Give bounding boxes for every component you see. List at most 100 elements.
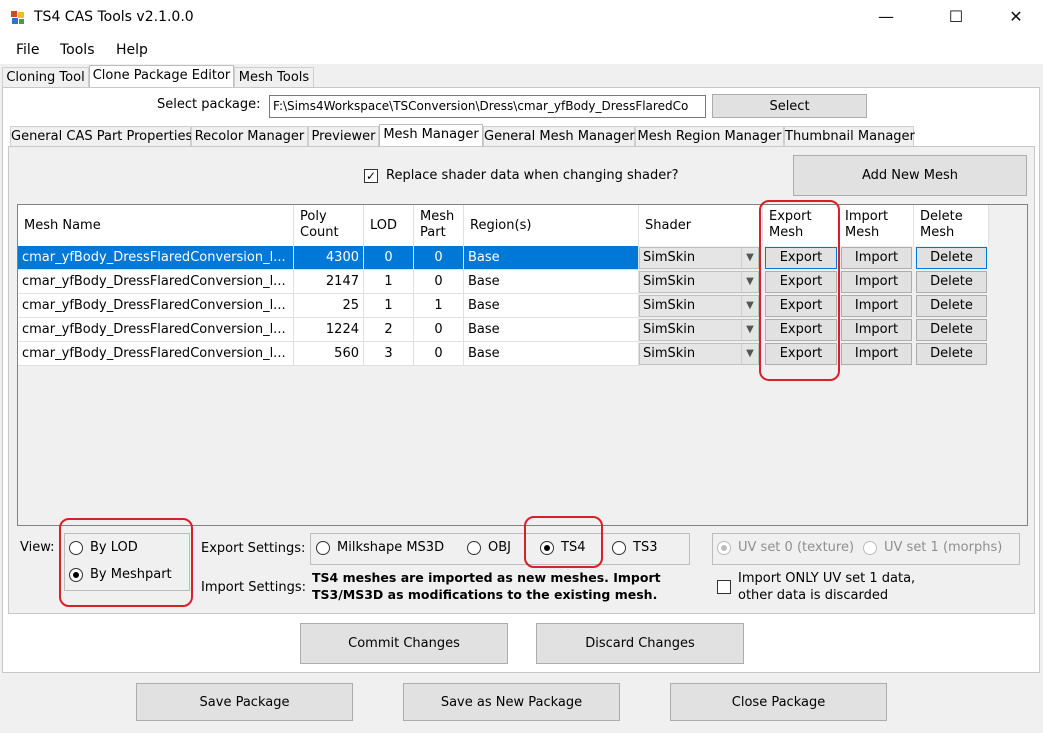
- import-only-uv1-checkbox[interactable]: [717, 580, 731, 594]
- close-package-button[interactable]: Close Package: [670, 683, 887, 721]
- shader-select[interactable]: SimSkin ▼: [639, 343, 759, 365]
- header-regions[interactable]: Region(s): [464, 205, 639, 246]
- header-poly-count-line1: Poly: [300, 209, 327, 224]
- shader-value: SimSkin: [643, 298, 696, 313]
- tab-mesh-tools[interactable]: Mesh Tools: [234, 67, 314, 88]
- delete-mesh-button[interactable]: Delete: [916, 319, 987, 341]
- tab-cloning-tool[interactable]: Cloning Tool: [2, 67, 89, 88]
- select-button[interactable]: Select: [712, 94, 867, 118]
- table-row-region[interactable]: Base: [464, 318, 639, 342]
- export-obj-radio[interactable]: [467, 541, 481, 555]
- save-as-new-package-button[interactable]: Save as New Package: [403, 683, 620, 721]
- uv-set0-radio[interactable]: [717, 541, 731, 555]
- import-mesh-button[interactable]: Import: [841, 247, 912, 269]
- shader-select[interactable]: SimSkin ▼: [639, 319, 759, 341]
- add-new-mesh-button[interactable]: Add New Mesh: [793, 155, 1027, 196]
- table-row-poly[interactable]: 25: [294, 294, 364, 318]
- header-poly-count[interactable]: Poly Count: [294, 205, 364, 246]
- shader-select[interactable]: SimSkin ▼: [639, 247, 759, 269]
- table-row-part[interactable]: 0: [414, 342, 464, 366]
- tab-recolor-manager[interactable]: Recolor Manager: [191, 126, 308, 147]
- package-path-input[interactable]: F:\Sims4Workspace\TSConversion\Dress\cma…: [269, 95, 706, 118]
- table-row-poly[interactable]: 4300: [294, 246, 364, 270]
- menu-tools[interactable]: Tools: [60, 42, 95, 58]
- menu-bar: [0, 36, 1043, 64]
- table-row-part[interactable]: 1: [414, 294, 464, 318]
- save-package-button[interactable]: Save Package: [136, 683, 353, 721]
- table-row-region[interactable]: Base: [464, 246, 639, 270]
- tab-general-mesh-manager[interactable]: General Mesh Manager: [483, 126, 635, 147]
- table-row-part[interactable]: 0: [414, 318, 464, 342]
- table-row-region[interactable]: Base: [464, 342, 639, 366]
- header-lod[interactable]: LOD: [364, 205, 414, 246]
- delete-mesh-button[interactable]: Delete: [916, 295, 987, 317]
- replace-shader-checkbox[interactable]: ✓: [364, 169, 378, 183]
- delete-mesh-button[interactable]: Delete: [916, 247, 987, 269]
- table-row-lod[interactable]: 3: [364, 342, 414, 366]
- import-only-uv1-line1: Import ONLY UV set 1 data,: [738, 571, 916, 586]
- app-icon: [10, 10, 26, 26]
- header-mesh-part[interactable]: Mesh Part: [414, 205, 464, 246]
- close-window-button[interactable]: ✕: [993, 0, 1039, 36]
- tab-thumbnail-manager[interactable]: Thumbnail Manager: [784, 126, 915, 147]
- menu-file[interactable]: File: [16, 42, 39, 58]
- delete-mesh-button[interactable]: Delete: [916, 271, 987, 293]
- header-mesh-part-line2: Part: [420, 225, 446, 240]
- header-delete-line2: Mesh: [920, 225, 955, 240]
- mesh-grid: Mesh Name Poly Count LOD Mesh Part Region(…: [17, 204, 1028, 526]
- window-title: TS4 CAS Tools v2.1.0.0: [34, 9, 194, 25]
- export-obj-label: OBJ: [488, 540, 511, 555]
- header-delete-mesh[interactable]: Delete Mesh: [914, 205, 989, 246]
- table-row-region[interactable]: Base: [464, 294, 639, 318]
- view-highlight: [59, 518, 193, 607]
- shader-value: SimSkin: [643, 250, 696, 265]
- table-row-lod[interactable]: 0: [364, 246, 414, 270]
- export-ts3-label: TS3: [633, 540, 658, 555]
- discard-changes-button[interactable]: Discard Changes: [536, 623, 744, 664]
- table-row-name[interactable]: cmar_yfBody_DressFlaredConversion_l...: [18, 270, 294, 294]
- uv-set1-radio[interactable]: [863, 541, 877, 555]
- ts4-highlight: [524, 516, 603, 568]
- tab-mesh-manager[interactable]: Mesh Manager: [379, 124, 483, 147]
- header-mesh-part-line1: Mesh: [420, 209, 455, 224]
- import-mesh-button[interactable]: Import: [841, 319, 912, 341]
- table-row-name[interactable]: cmar_yfBody_DressFlaredConversion_l...: [18, 294, 294, 318]
- tab-clone-package-editor[interactable]: Clone Package Editor: [89, 65, 234, 88]
- tab-previewer[interactable]: Previewer: [308, 126, 379, 147]
- delete-mesh-button[interactable]: Delete: [916, 343, 987, 365]
- header-shader[interactable]: Shader: [639, 205, 763, 246]
- export-settings-label: Export Settings:: [201, 541, 306, 556]
- table-row-part[interactable]: 0: [414, 246, 464, 270]
- header-mesh-name[interactable]: Mesh Name: [18, 205, 294, 246]
- import-mesh-button[interactable]: Import: [841, 295, 912, 317]
- commit-changes-button[interactable]: Commit Changes: [300, 623, 508, 664]
- header-import-line2: Mesh: [845, 225, 880, 240]
- import-mesh-button[interactable]: Import: [841, 343, 912, 365]
- maximize-button[interactable]: ☐: [933, 0, 979, 36]
- table-row-lod[interactable]: 1: [364, 270, 414, 294]
- shader-select[interactable]: SimSkin ▼: [639, 295, 759, 317]
- header-import-mesh[interactable]: Import Mesh: [839, 205, 914, 246]
- table-row-lod[interactable]: 1: [364, 294, 414, 318]
- table-row-part[interactable]: 0: [414, 270, 464, 294]
- import-settings-label: Import Settings:: [201, 580, 306, 595]
- import-note-line2: TS3/MS3D as modifications to the existin…: [312, 587, 658, 602]
- table-row-poly[interactable]: 560: [294, 342, 364, 366]
- import-mesh-button[interactable]: Import: [841, 271, 912, 293]
- table-row-name[interactable]: cmar_yfBody_DressFlaredConversion_l...: [18, 318, 294, 342]
- menu-help[interactable]: Help: [116, 42, 148, 58]
- shader-select[interactable]: SimSkin ▼: [639, 271, 759, 293]
- tab-mesh-region-manager[interactable]: Mesh Region Manager: [635, 126, 784, 147]
- table-row-region[interactable]: Base: [464, 270, 639, 294]
- export-ts3-radio[interactable]: [612, 541, 626, 555]
- export-milkshape-radio[interactable]: [316, 541, 330, 555]
- tab-general-cas-part-properties[interactable]: General CAS Part Properties: [10, 126, 192, 147]
- table-row-lod[interactable]: 2: [364, 318, 414, 342]
- table-row-poly[interactable]: 1224: [294, 318, 364, 342]
- table-row-name[interactable]: cmar_yfBody_DressFlaredConversion_l...: [18, 246, 294, 270]
- table-row-poly[interactable]: 2147: [294, 270, 364, 294]
- table-row-name[interactable]: cmar_yfBody_DressFlaredConversion_l...: [18, 342, 294, 366]
- export-column-highlight: [759, 200, 840, 381]
- minimize-button[interactable]: —: [863, 0, 909, 36]
- select-package-label: Select package:: [157, 97, 261, 112]
